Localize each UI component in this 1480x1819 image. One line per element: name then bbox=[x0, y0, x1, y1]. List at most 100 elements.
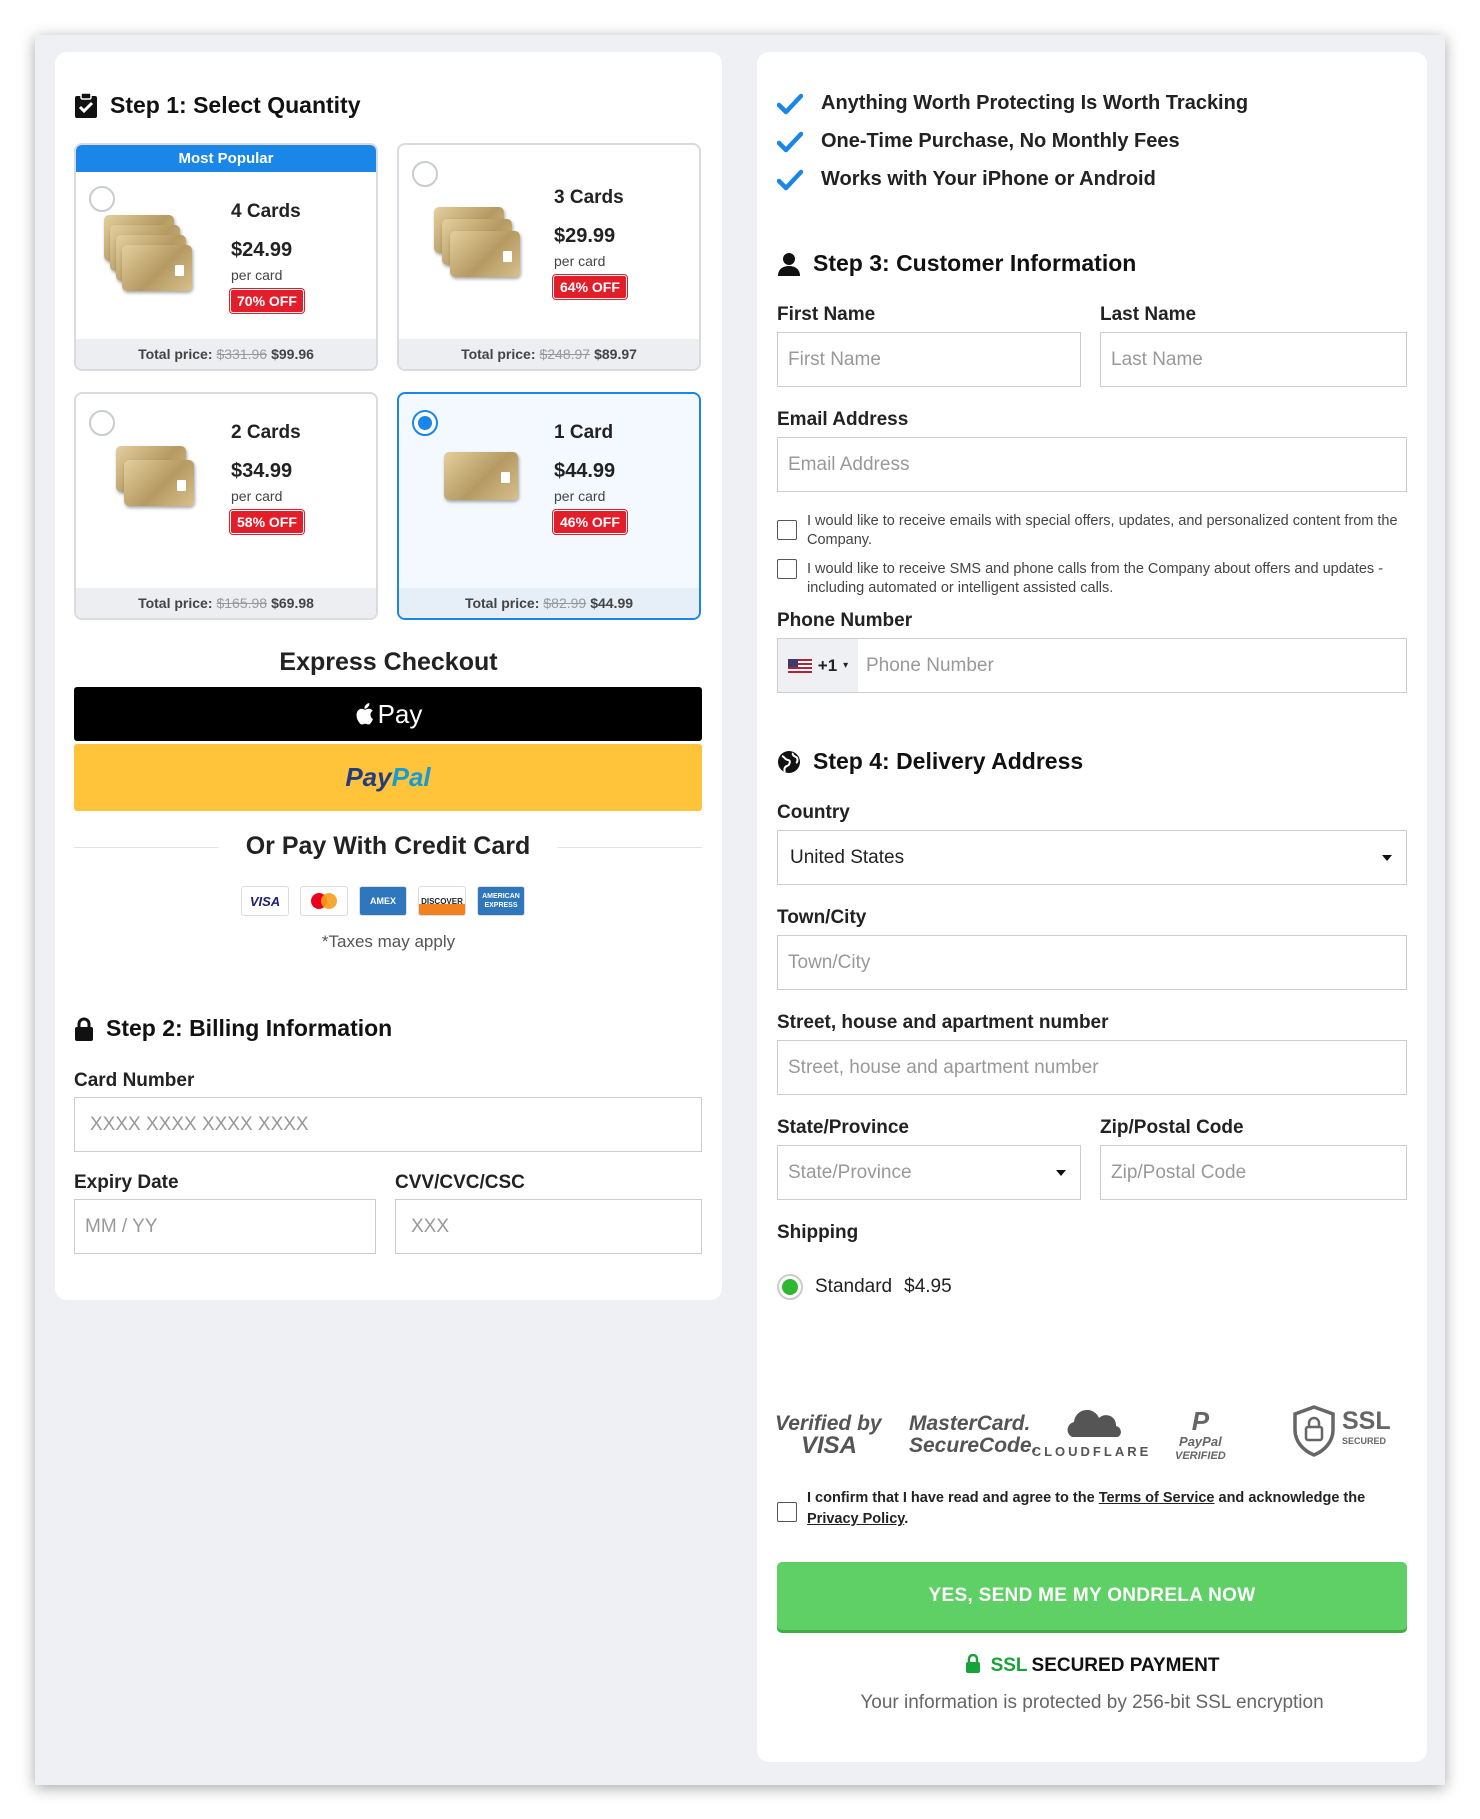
lock-icon bbox=[965, 1653, 980, 1673]
feature-item: One-Time Purchase, No Monthly Fees bbox=[777, 130, 1180, 153]
unit-price: $44.99 bbox=[554, 460, 616, 482]
email-consent-text: I would like to receive emails with spec… bbox=[807, 513, 1398, 548]
mastercard-securecode-badge: MasterCard. SecureCode. bbox=[909, 1412, 1038, 1457]
feature-item: Works with Your iPhone or Android bbox=[777, 168, 1156, 191]
shipping-label: Shipping bbox=[777, 1222, 859, 1243]
per-card-label: per card bbox=[231, 267, 283, 283]
privacy-policy-link[interactable]: Privacy Policy bbox=[807, 1511, 904, 1527]
state-label: State/Province bbox=[777, 1117, 909, 1138]
last-name-input[interactable]: Last Name bbox=[1100, 332, 1407, 387]
discount-badge: 46% OFF bbox=[553, 510, 627, 534]
most-popular-banner: Most Popular bbox=[76, 145, 376, 172]
submit-order-button[interactable]: YES, SEND ME MY ONDRELA NOW bbox=[777, 1562, 1407, 1630]
email-label: Email Address bbox=[777, 409, 909, 430]
quantity-radio[interactable] bbox=[89, 410, 115, 436]
per-card-label: per card bbox=[554, 253, 606, 269]
checkmark-icon bbox=[777, 131, 803, 152]
street-input[interactable]: Street, house and apartment number bbox=[777, 1040, 1407, 1095]
quantity-label: 4 Cards bbox=[231, 201, 301, 222]
terms-of-service-link[interactable]: Terms of Service bbox=[1099, 1490, 1215, 1506]
zip-input[interactable]: Zip/Postal Code bbox=[1100, 1145, 1407, 1200]
quantity-option-4-cards[interactable]: Most Popular 4 Cards $24.99 per card 70%… bbox=[74, 143, 378, 371]
quantity-label: 1 Card bbox=[554, 422, 614, 443]
country-select[interactable]: United States bbox=[777, 830, 1407, 885]
mastercard-logo-icon bbox=[300, 886, 348, 916]
city-label: Town/City bbox=[777, 907, 867, 928]
quantity-option-2-cards[interactable]: 2 Cards $34.99 per card 58% OFF Total pr… bbox=[74, 392, 378, 620]
first-name-input[interactable]: First Name bbox=[777, 332, 1081, 387]
terms-text: I confirm that I have read and agree to … bbox=[807, 1490, 1366, 1527]
total-price: Total price: $248.97 $89.97 bbox=[399, 339, 699, 369]
taxes-note: *Taxes may apply bbox=[321, 932, 456, 951]
paypal-button[interactable]: Pay Pal bbox=[74, 744, 702, 811]
discount-badge: 70% OFF bbox=[230, 289, 304, 313]
zip-label: Zip/Postal Code bbox=[1100, 1117, 1244, 1138]
us-flag-icon bbox=[787, 658, 812, 673]
quantity-option-3-cards[interactable]: 3 Cards $29.99 per card 64% OFF Total pr… bbox=[397, 143, 701, 371]
ssl-secured-payment: SSL SECURED PAYMENT bbox=[757, 1653, 1427, 1677]
pay-with-card-heading: Or Pay With Credit Card bbox=[74, 832, 702, 861]
globe-icon bbox=[778, 750, 800, 773]
expiry-date-input[interactable]: MM / YY bbox=[74, 1199, 376, 1254]
paypal-verified-badge: P PayPal VERIFIED bbox=[1175, 1406, 1226, 1462]
apple-logo-icon bbox=[356, 703, 373, 725]
shipping-radio-selected[interactable] bbox=[777, 1274, 803, 1300]
quantity-label: 3 Cards bbox=[554, 187, 624, 208]
chevron-down-icon bbox=[1382, 855, 1392, 861]
american-express-logo-icon: AMERICAN EXPRESS bbox=[477, 886, 525, 916]
discover-logo-icon: DISCOVER bbox=[418, 886, 466, 916]
shield-lock-icon bbox=[1293, 1405, 1335, 1457]
street-label: Street, house and apartment number bbox=[777, 1012, 1109, 1033]
chevron-down-icon bbox=[1056, 1170, 1066, 1176]
step2-title: Step 2: Billing Information bbox=[74, 1015, 392, 1042]
express-checkout-title: Express Checkout bbox=[279, 648, 498, 676]
right-panel: Anything Worth Protecting Is Worth Track… bbox=[757, 52, 1427, 1762]
city-input[interactable]: Town/City bbox=[777, 935, 1407, 990]
quantity-radio-selected[interactable] bbox=[412, 410, 438, 436]
visa-logo-icon: VISA bbox=[241, 886, 289, 916]
cvv-label: CVV/CVC/CSC bbox=[395, 1172, 525, 1193]
phone-label: Phone Number bbox=[777, 610, 913, 631]
step1-title: Step 1: Select Quantity bbox=[74, 92, 361, 119]
sms-consent-checkbox[interactable] bbox=[777, 559, 797, 579]
step3-title: Step 3: Customer Information bbox=[777, 250, 1136, 277]
terms-checkbox[interactable] bbox=[777, 1502, 797, 1522]
cloud-icon bbox=[1067, 1409, 1121, 1437]
phone-input[interactable]: +1 ▾ Phone Number bbox=[777, 638, 1407, 693]
quantity-radio[interactable] bbox=[412, 161, 438, 187]
per-card-label: per card bbox=[554, 488, 606, 504]
amex-logo-icon: AMEX bbox=[359, 886, 407, 916]
state-select[interactable]: State/Province bbox=[777, 1145, 1081, 1200]
total-price: Total price: $331.96 $99.96 bbox=[76, 339, 376, 369]
ssl-encryption-note: Your information is protected by 256-bit… bbox=[860, 1692, 1324, 1713]
first-name-label: First Name bbox=[777, 304, 876, 325]
checkmark-icon bbox=[777, 93, 803, 114]
step4-title: Step 4: Delivery Address bbox=[777, 748, 1083, 775]
last-name-label: Last Name bbox=[1100, 304, 1197, 325]
user-icon bbox=[778, 252, 800, 276]
lock-icon bbox=[75, 1017, 93, 1041]
unit-price: $29.99 bbox=[554, 225, 616, 247]
quantity-option-1-card[interactable]: 1 Card $44.99 per card 46% OFF Total pri… bbox=[397, 392, 701, 620]
unit-price: $24.99 bbox=[231, 239, 293, 261]
feature-item: Anything Worth Protecting Is Worth Track… bbox=[777, 92, 1248, 115]
clipboard-check-icon bbox=[75, 92, 97, 118]
email-input[interactable]: Email Address bbox=[777, 437, 1407, 492]
country-code-selector[interactable]: +1 ▾ bbox=[778, 639, 858, 692]
cloudflare-badge: CLOUDFLARE bbox=[1029, 1409, 1154, 1459]
checkmark-icon bbox=[777, 169, 803, 190]
sms-consent-text: I would like to receive SMS and phone ca… bbox=[807, 561, 1384, 596]
card-number-input[interactable]: XXXX XXXX XXXX XXXX bbox=[74, 1097, 702, 1152]
expiry-date-label: Expiry Date bbox=[74, 1172, 179, 1193]
quantity-label: 2 Cards bbox=[231, 422, 301, 443]
quantity-radio[interactable] bbox=[89, 186, 115, 212]
apple-pay-button[interactable]: Pay bbox=[74, 687, 702, 741]
email-consent-checkbox[interactable] bbox=[777, 520, 797, 540]
total-price: Total price: $165.98 $69.98 bbox=[76, 588, 376, 618]
total-price: Total price: $82.99 $44.99 bbox=[399, 588, 699, 618]
verified-by-visa-badge: Verified by VISA bbox=[775, 1412, 882, 1459]
shipping-option-standard[interactable]: Standard $4.95 bbox=[777, 1274, 952, 1300]
country-label: Country bbox=[777, 802, 850, 823]
cvv-input[interactable]: XXX bbox=[395, 1199, 702, 1254]
discount-badge: 64% OFF bbox=[553, 275, 627, 299]
